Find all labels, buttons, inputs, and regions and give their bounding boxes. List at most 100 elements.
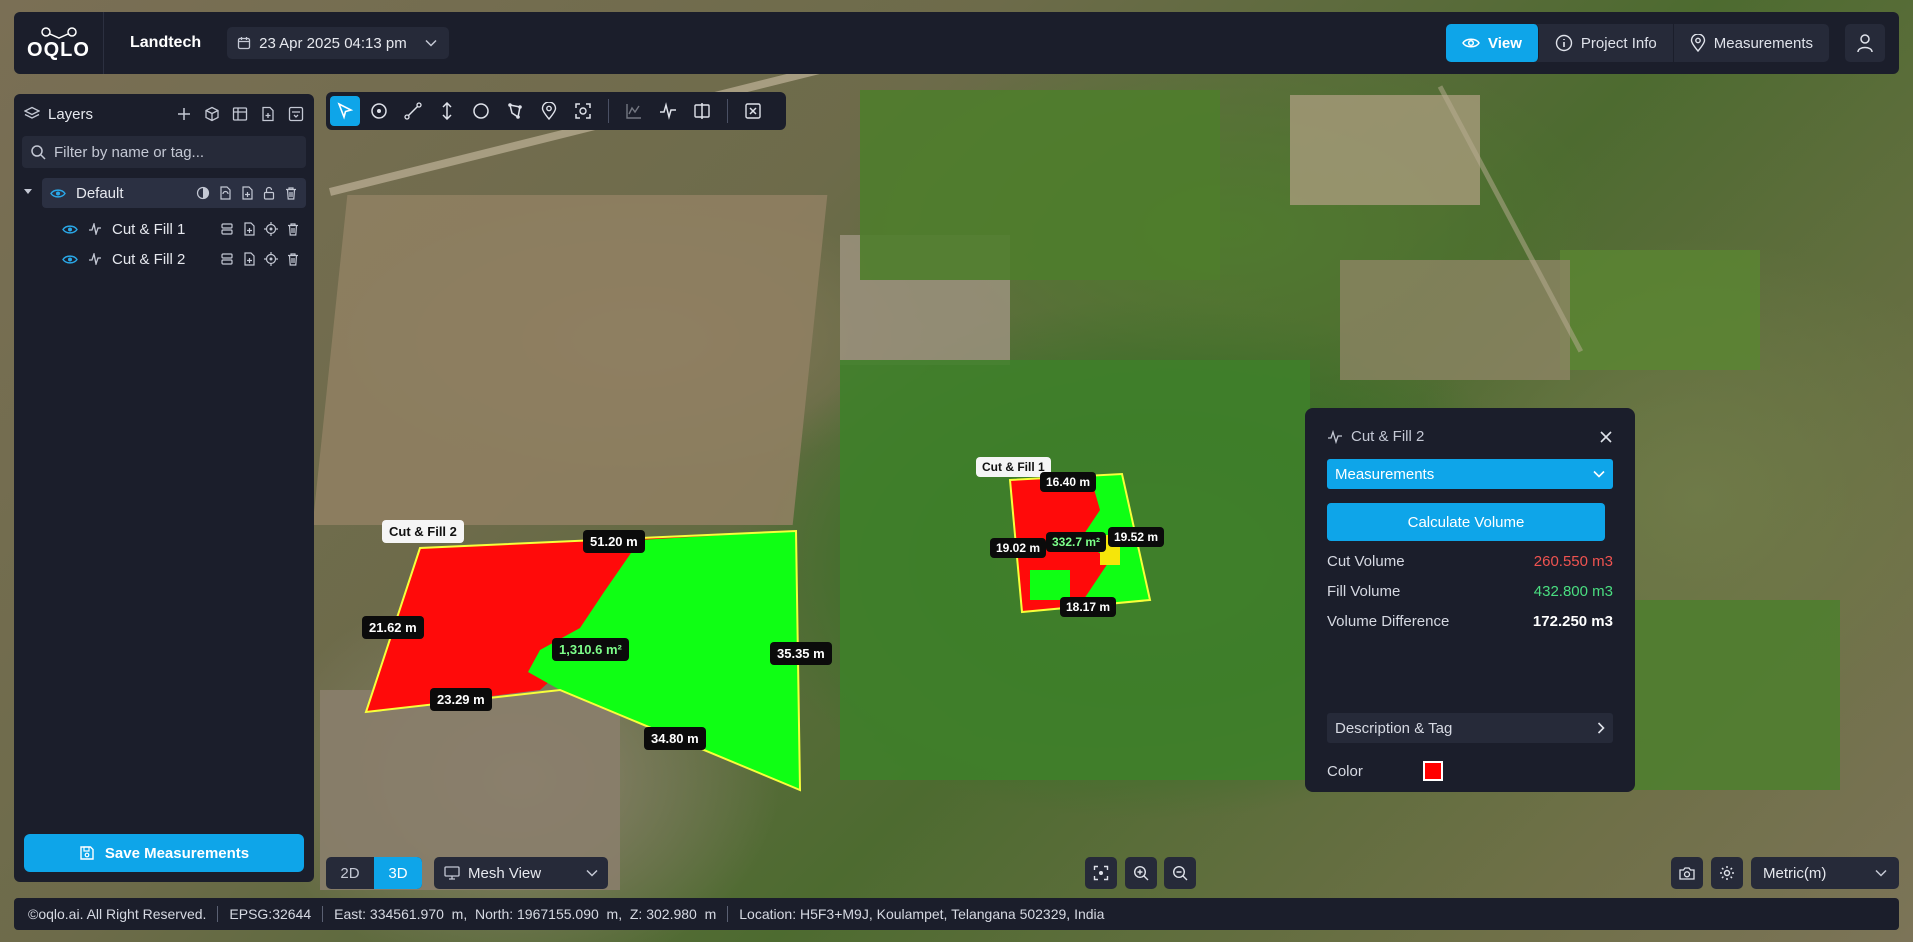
fill-volume-row: Fill Volume 432.800 m3 <box>1327 583 1613 601</box>
profile-tool[interactable] <box>619 96 649 126</box>
stack-icon[interactable] <box>220 252 234 266</box>
tab-measurements[interactable]: Measurements <box>1674 24 1829 62</box>
chevron-right-icon <box>1597 722 1605 734</box>
marker-tool[interactable] <box>534 96 564 126</box>
toggle-2d[interactable]: 2D <box>326 857 374 889</box>
eye-icon[interactable] <box>50 188 66 199</box>
description-tag-section[interactable]: Description & Tag <box>1327 713 1613 743</box>
trash-icon[interactable] <box>286 222 300 236</box>
units-select[interactable]: Metric(m) <box>1751 857 1899 889</box>
view-mode-select[interactable]: Mesh View <box>434 857 608 889</box>
dimension-toggle: 2D 3D <box>326 857 422 889</box>
eye-icon[interactable] <box>62 224 78 235</box>
file-sync-icon[interactable] <box>218 186 232 200</box>
zoom-out-icon <box>1172 865 1188 881</box>
eye-icon <box>1462 38 1480 48</box>
user-icon <box>1857 34 1873 53</box>
segment-length-label: 19.02 m <box>990 538 1047 558</box>
chevron-down-icon <box>1593 470 1605 478</box>
drone-icon <box>40 27 77 39</box>
tab-label: Measurements <box>1713 34 1813 52</box>
segment-length-label: 21.62 m <box>362 616 424 639</box>
screenshot-button[interactable] <box>1671 857 1703 889</box>
file-add-icon[interactable] <box>242 222 256 236</box>
stack-icon[interactable] <box>220 222 234 236</box>
cut-fill-icon <box>89 253 101 265</box>
map-pin-icon <box>541 102 557 120</box>
unlock-icon[interactable] <box>262 186 276 200</box>
save-label: Save Measurements <box>104 844 250 862</box>
top-bar: OQLO Landtech 23 Apr 2025 04:13 pm View … <box>14 12 1899 74</box>
tab-view[interactable]: View <box>1445 24 1539 62</box>
compare-tool[interactable] <box>687 96 717 126</box>
measurement-info-panel: Cut & Fill 2 Measurements Calculate Volu… <box>1305 408 1635 792</box>
view-mode-value: Mesh View <box>468 864 542 882</box>
locate-icon[interactable] <box>264 222 278 236</box>
add-table-icon[interactable] <box>232 106 248 122</box>
org-name: Landtech <box>130 34 202 51</box>
date-picker[interactable]: 23 Apr 2025 04:13 pm <box>227 27 449 59</box>
description-tag-label: Description & Tag <box>1335 719 1453 737</box>
circle-icon <box>473 103 489 119</box>
settings-button[interactable] <box>1711 857 1743 889</box>
close-icon[interactable] <box>1599 430 1613 444</box>
map-pin-icon <box>1690 34 1705 52</box>
cursor-icon <box>337 102 354 120</box>
save-measurements-button[interactable]: Save Measurements <box>24 834 304 872</box>
split-view-icon <box>694 103 710 119</box>
select-tool[interactable] <box>330 96 360 126</box>
tab-project-info[interactable]: Project Info <box>1539 24 1674 62</box>
line-tool[interactable] <box>398 96 428 126</box>
file-add-icon[interactable] <box>242 252 256 266</box>
add-model-icon[interactable] <box>204 106 220 122</box>
color-swatch[interactable] <box>1422 761 1443 781</box>
polygon-tool[interactable] <box>500 96 530 126</box>
zoom-in-button[interactable] <box>1125 857 1157 889</box>
date-value: 23 Apr 2025 04:13 pm <box>259 34 407 52</box>
segment-length-label: 34.80 m <box>644 727 706 750</box>
layer-item[interactable]: Cut & Fill 2 <box>14 244 314 274</box>
measurement-type-select[interactable]: Measurements <box>1327 459 1613 489</box>
contrast-icon[interactable] <box>196 186 210 200</box>
trash-icon[interactable] <box>286 252 300 266</box>
file-add-icon[interactable] <box>240 186 254 200</box>
calculate-volume-button[interactable]: Calculate Volume <box>1327 503 1605 541</box>
collapse-icon[interactable] <box>288 106 304 122</box>
circle-tool[interactable] <box>466 96 496 126</box>
cut-fill-tool[interactable] <box>653 96 683 126</box>
app-logo[interactable]: OQLO <box>14 12 104 74</box>
user-menu-button[interactable] <box>1845 24 1885 62</box>
volume-difference-label: Volume Difference <box>1327 613 1450 630</box>
height-tool[interactable] <box>432 96 462 126</box>
add-file-icon[interactable] <box>260 106 276 122</box>
cut-fill-icon <box>660 102 676 120</box>
camera-icon <box>1679 867 1695 880</box>
locate-icon[interactable] <box>264 252 278 266</box>
scan-icon <box>575 103 591 119</box>
eye-icon[interactable] <box>62 254 78 265</box>
trash-icon[interactable] <box>284 186 298 200</box>
layer-item-label: Cut & Fill 1 <box>112 220 186 238</box>
info-title: Cut & Fill 2 <box>1351 428 1425 445</box>
info-icon <box>1555 34 1573 52</box>
segment-length-label: 19.52 m <box>1108 527 1165 547</box>
area-label: 1,310.6 m² <box>552 638 629 661</box>
layers-title: Layers <box>48 105 94 123</box>
clear-tool[interactable] <box>738 96 768 126</box>
caret-down-icon[interactable] <box>24 189 32 195</box>
layer-group-default[interactable]: Default <box>24 178 306 208</box>
fit-view-button[interactable] <box>1085 857 1117 889</box>
layer-filter-input[interactable] <box>54 143 294 161</box>
calendar-icon <box>237 37 251 50</box>
monitor-icon <box>444 866 460 880</box>
select-value: Measurements <box>1335 465 1435 483</box>
cut-fill-2-map-label[interactable]: Cut & Fill 2 <box>382 520 464 543</box>
layer-item[interactable]: Cut & Fill 1 <box>14 214 314 244</box>
search-icon <box>31 145 46 160</box>
add-icon[interactable] <box>176 106 192 122</box>
zoom-out-button[interactable] <box>1164 857 1196 889</box>
focus-tool[interactable] <box>568 96 598 126</box>
toggle-3d[interactable]: 3D <box>374 857 422 889</box>
point-tool[interactable] <box>364 96 394 126</box>
toolbar-divider <box>727 99 728 123</box>
